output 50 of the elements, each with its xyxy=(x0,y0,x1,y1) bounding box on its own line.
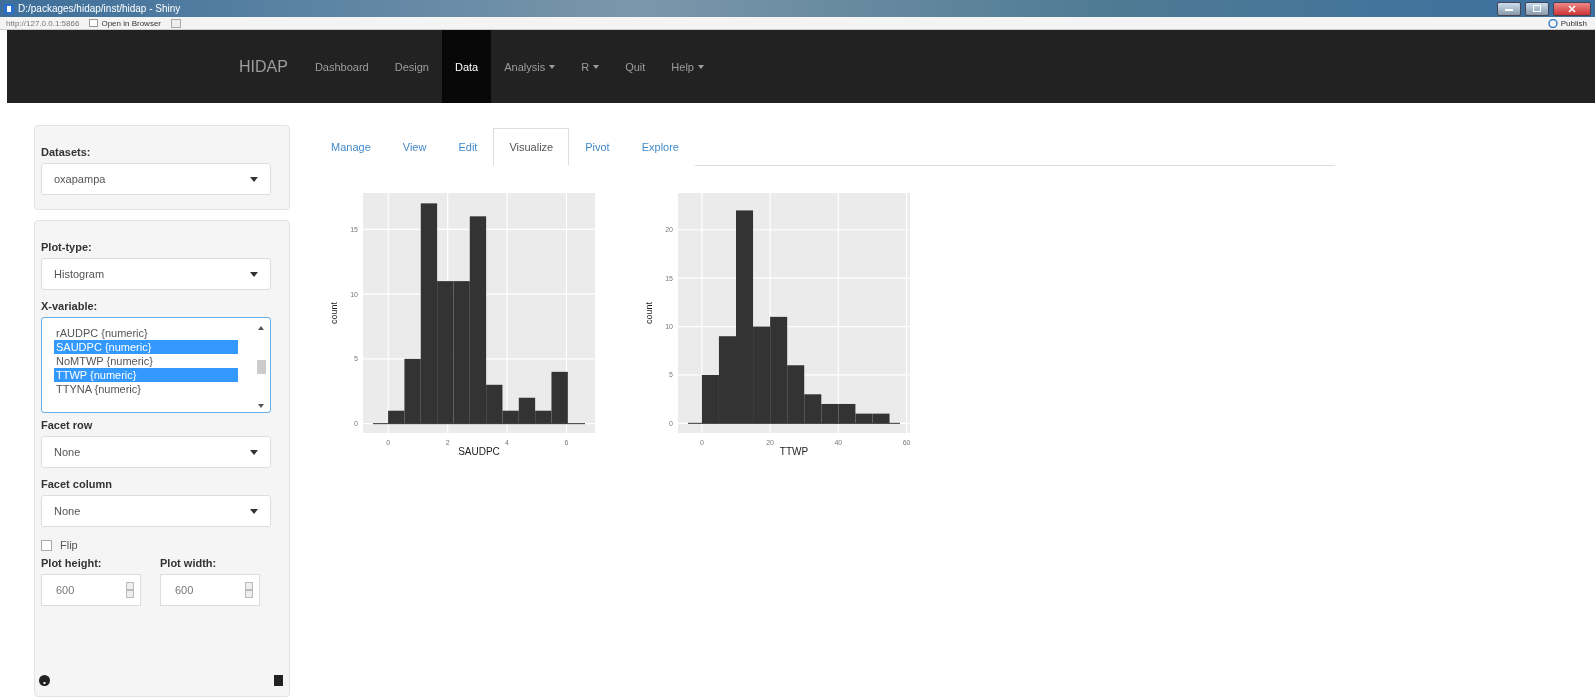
caret-icon xyxy=(250,449,258,455)
caret-icon xyxy=(250,271,258,277)
field-label: Plot height: xyxy=(41,557,103,569)
nav-item[interactable]: Design xyxy=(381,30,442,103)
caret-icon xyxy=(250,176,258,182)
publish-button[interactable]: Publish xyxy=(1545,18,1589,28)
checkbox-label: Flip xyxy=(60,539,78,551)
maximize-icon xyxy=(1533,5,1541,12)
brand-title[interactable]: HIDAP xyxy=(227,30,302,103)
nav-item[interactable]: Quit xyxy=(612,30,659,103)
url-text: http://127.0.0.1:5866 xyxy=(6,18,80,28)
nav-item[interactable]: Data xyxy=(442,30,492,103)
field-label: Facet column xyxy=(41,478,113,490)
window-title: D:/packages/hidap/inst/hidap - Shiny xyxy=(18,3,182,14)
caret-icon xyxy=(250,508,258,514)
close-button[interactable] xyxy=(1553,1,1591,16)
nav-item[interactable]: Help xyxy=(658,30,717,103)
plot-height-input[interactable]: 600 xyxy=(41,574,141,606)
list-option[interactable]: rAUDPC {numeric} xyxy=(54,326,238,340)
scroll-down-icon[interactable] xyxy=(258,404,264,408)
scroll-up-icon[interactable] xyxy=(258,326,264,330)
nav-item[interactable]: Dashboard xyxy=(301,30,382,103)
plot-type-select[interactable]: Histogram xyxy=(41,258,271,290)
scrollbar-thumb[interactable] xyxy=(256,360,266,374)
tab[interactable]: Visualize xyxy=(493,128,570,166)
axis-title: count xyxy=(329,302,339,324)
field-label: Datasets: xyxy=(41,146,92,158)
facet-column-select[interactable]: None xyxy=(41,495,271,527)
maximize-button[interactable] xyxy=(1525,1,1549,16)
close-icon xyxy=(1568,4,1576,13)
facet-row-select[interactable]: None xyxy=(41,436,271,468)
help-icon[interactable] xyxy=(39,675,50,686)
field-label: Plot-type: xyxy=(41,241,93,253)
field-label: X-variable: xyxy=(41,300,99,312)
variable-listbox[interactable]: rAUDPC {numeric} SAUDPC {numeric} NoMTWP {numeric} TTWP {numeric} TTYNA {numeric} xyxy=(41,317,271,413)
axis-title: SAUDPC xyxy=(458,446,500,457)
list-option[interactable]: TTYNA {numeric} xyxy=(54,382,238,396)
app-icon xyxy=(4,3,14,14)
flip-checkbox[interactable] xyxy=(41,539,52,551)
field-label: Plot width: xyxy=(160,557,218,569)
axis-title: count xyxy=(644,302,654,324)
list-option[interactable]: NoMTWP {numeric} xyxy=(54,354,238,368)
nav-item[interactable]: R xyxy=(568,30,613,103)
field-label: Facet row xyxy=(41,419,94,431)
nav-item[interactable]: Analysis xyxy=(491,30,569,103)
plot-width-input[interactable]: 600 xyxy=(160,574,260,606)
axis-title: TTWP xyxy=(779,446,809,457)
dataset-select[interactable]: oxapampa xyxy=(41,163,271,195)
minimize-button[interactable] xyxy=(1497,1,1521,16)
open-in-browser-button[interactable]: Open in Browser xyxy=(87,18,163,28)
